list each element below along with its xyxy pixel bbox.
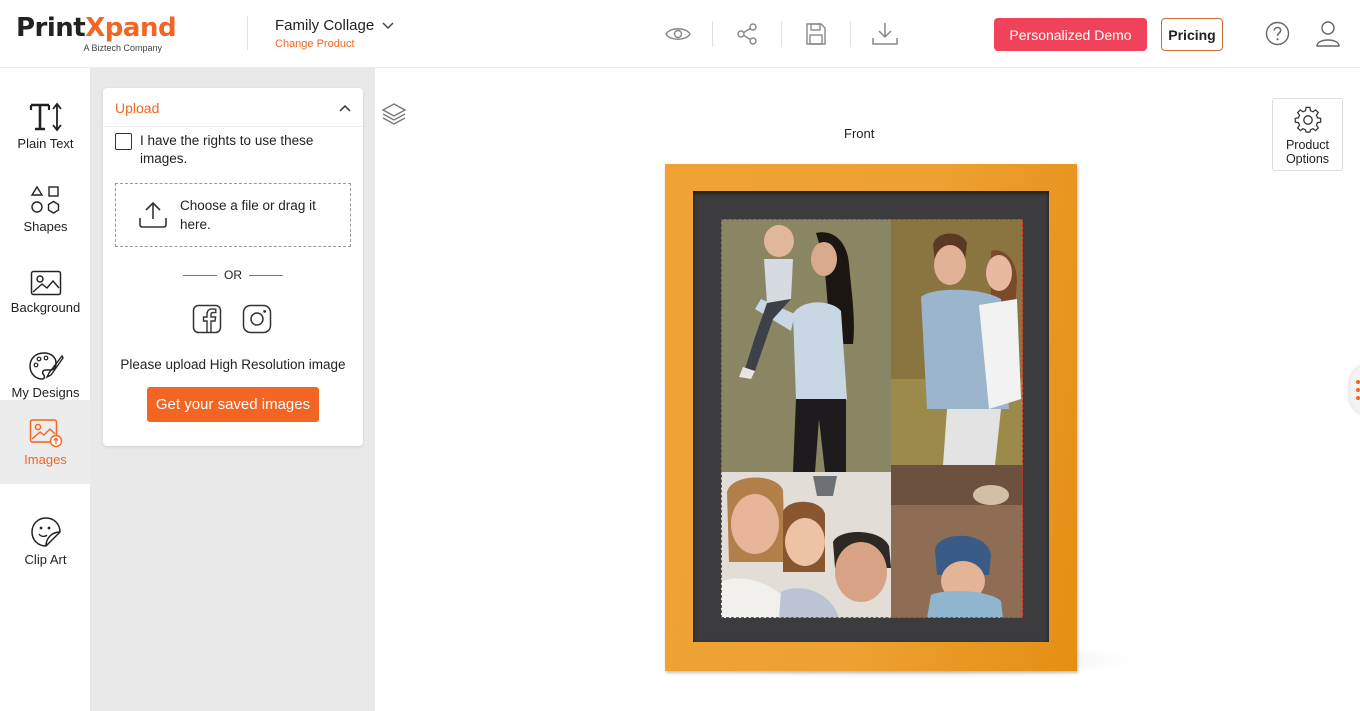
logo-text: Print (16, 13, 86, 43)
rights-label: I have the rights to use these images. (140, 133, 314, 166)
product-name: Family Collage (275, 17, 375, 34)
sidebar-item-clip-art[interactable]: Clip Art (0, 500, 91, 583)
download-button[interactable] (871, 20, 899, 48)
sticker-icon (30, 517, 61, 547)
left-nav: Plain Text Shapes Background My Designs … (0, 68, 91, 711)
divider (103, 126, 363, 127)
or-line-right (249, 275, 283, 276)
logo-tagline: A Biztech Company (83, 43, 163, 53)
preview-button[interactable] (664, 20, 692, 48)
toolbar-divider (781, 21, 782, 47)
or-separator: OR (224, 268, 242, 282)
photo-family-selfie (721, 472, 891, 618)
images-icon (29, 418, 62, 447)
rights-checkbox[interactable] (115, 133, 132, 150)
logo-x: X (85, 13, 105, 43)
toolbar-divider (712, 21, 713, 47)
facebook-button[interactable] (192, 304, 222, 339)
sidebar-item-images[interactable]: Images (0, 400, 91, 484)
instagram-button[interactable] (242, 304, 272, 339)
header-divider (247, 16, 248, 50)
product-options-label: Product Options (1285, 138, 1330, 166)
photo-mother-baby (721, 219, 891, 472)
pricing-button[interactable]: Pricing (1161, 18, 1223, 51)
image-icon (30, 270, 61, 296)
photo-child (891, 465, 1023, 618)
text-icon (29, 102, 62, 132)
sidebar-item-label: Background (10, 300, 81, 315)
product-options-button[interactable]: Product Options (1272, 98, 1343, 171)
facebook-icon (192, 304, 222, 334)
shapes-icon (30, 185, 59, 214)
collage-photo-4[interactable] (891, 465, 1023, 618)
layers-icon (381, 103, 407, 125)
product-selector[interactable]: Family Collage Change Product (275, 17, 394, 50)
upload-title: Upload (115, 100, 160, 116)
help-button[interactable] (1265, 21, 1290, 51)
sidebar-item-plain-text[interactable]: Plain Text (0, 85, 91, 168)
logo[interactable]: PrintXpand A Biztech Company (16, 13, 177, 53)
instagram-icon (242, 304, 272, 334)
sidebar-item-label: Clip Art (24, 552, 67, 567)
sidebar-item-label: Plain Text (17, 136, 74, 151)
sidebar-item-label: Images (24, 451, 67, 467)
help-icon (1265, 21, 1290, 46)
upload-header[interactable]: Upload (115, 100, 351, 116)
save-button[interactable] (802, 20, 830, 48)
file-dropzone[interactable]: Choose a file or drag it here. (115, 183, 351, 247)
download-icon (872, 23, 898, 45)
layers-button[interactable] (381, 102, 407, 131)
dropzone-text: Choose a file or drag it here. (180, 198, 316, 232)
toolbar-divider (850, 21, 851, 47)
palette-icon (28, 352, 64, 380)
save-icon (806, 23, 826, 45)
logo-text-rest: pand (104, 13, 177, 43)
sidebar-item-shapes[interactable]: Shapes (0, 168, 91, 251)
sidebar-item-background[interactable]: Background (0, 251, 91, 334)
collage-photo-3[interactable] (721, 472, 891, 618)
change-product-link[interactable]: Change Product (275, 38, 394, 50)
toolbar (664, 20, 919, 48)
eye-icon (665, 28, 691, 40)
upload-icon (139, 201, 167, 228)
user-icon (1316, 21, 1340, 47)
share-button[interactable] (733, 20, 761, 48)
photo-couple (891, 219, 1023, 465)
high-resolution-note: Please upload High Resolution image (120, 357, 346, 372)
social-sources (192, 304, 272, 339)
chevron-up-icon[interactable] (339, 104, 351, 112)
personalized-demo-button[interactable]: Personalized Demo (994, 18, 1147, 51)
upload-card: Upload I have the rights to use these im… (103, 88, 363, 446)
collage-photo-2[interactable] (891, 219, 1023, 465)
gear-icon (1294, 106, 1321, 133)
get-saved-images-button[interactable]: Get your saved images (147, 387, 319, 422)
collage-photo-1[interactable] (721, 219, 891, 472)
account-button[interactable] (1315, 20, 1341, 52)
chevron-down-icon (382, 21, 394, 29)
rights-checkbox-row[interactable]: I have the rights to use these images. (115, 132, 351, 168)
side-label: Front (844, 126, 875, 141)
sidebar-item-label: Shapes (23, 219, 68, 234)
top-bar: PrintXpand A Biztech Company Family Coll… (0, 0, 1360, 68)
sidebar-item-label: My Designs (11, 385, 80, 400)
share-icon (737, 23, 757, 45)
